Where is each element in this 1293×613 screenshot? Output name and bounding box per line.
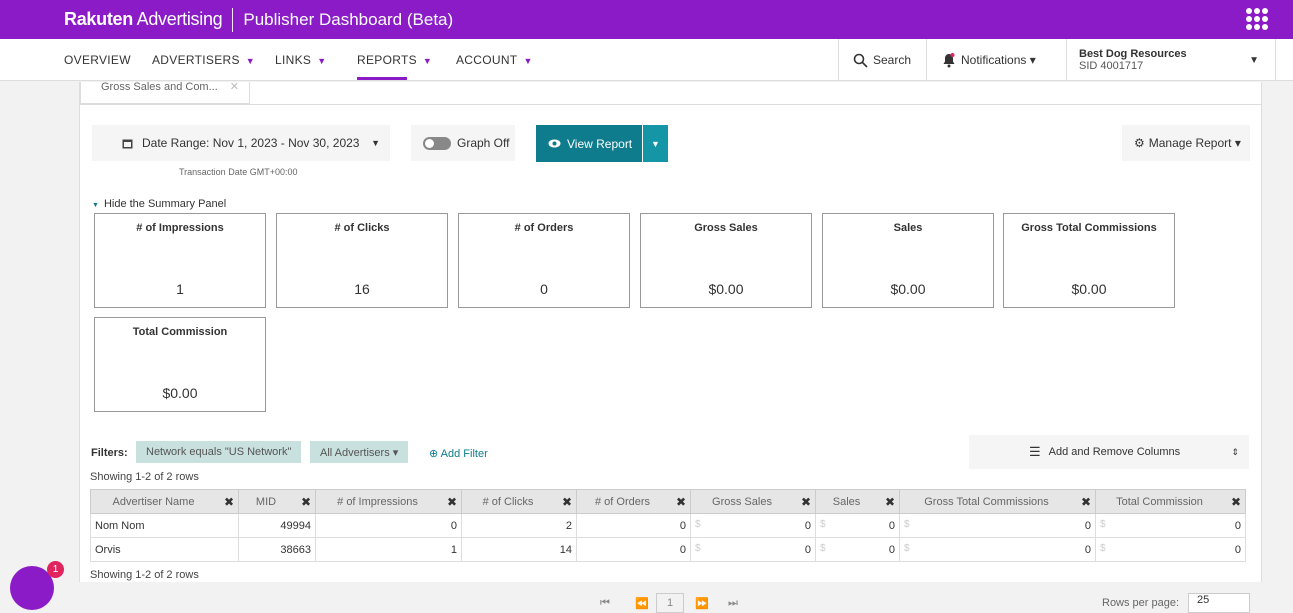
column-header[interactable]: # of Impressions ✖ <box>315 489 462 514</box>
summary-card-sales: Sales $0.00 <box>822 213 994 308</box>
column-header[interactable]: Gross Sales ✖ <box>690 489 816 514</box>
caret-down-icon: ▼ <box>92 202 99 209</box>
brand-logo[interactable]: Rakuten Advertising <box>64 9 223 30</box>
nav-links[interactable]: LINKS ▼ <box>275 53 326 67</box>
search-button[interactable]: Search <box>838 39 926 81</box>
account-name: Best Dog Resources <box>1079 48 1187 60</box>
next-page-icon[interactable]: ⏩ <box>695 597 709 610</box>
network-filter-chip[interactable]: Network equals "US Network" <box>136 441 302 463</box>
remove-column-icon[interactable]: ✖ <box>447 495 457 509</box>
summary-card-total-commission: Total Commission $0.00 <box>94 317 266 412</box>
account-sid: SID 4001717 <box>1079 60 1144 72</box>
table-header-row: Advertiser Name ✖ MID ✖ # of Impressions ✖ … <box>90 489 1246 514</box>
report-table: Advertiser Name ✖ MID ✖ # of Impressions ✖ … <box>90 489 1246 562</box>
remove-column-icon[interactable]: ✖ <box>562 495 572 509</box>
report-panel: Date Range: Nov 1, 2023 - Nov 30, 2023 ▼… <box>80 104 1261 613</box>
nav-account[interactable]: ACCOUNT ▼ <box>456 53 533 67</box>
remove-column-icon[interactable]: ✖ <box>801 495 811 509</box>
remove-column-icon[interactable]: ✖ <box>301 495 311 509</box>
calendar-icon <box>122 139 133 148</box>
timezone-note: Transaction Date GMT+00:00 <box>179 167 298 177</box>
current-page[interactable]: 1 <box>656 593 684 613</box>
filters-label: Filters: <box>91 447 128 459</box>
prev-page-icon[interactable]: ⏪ <box>635 597 649 610</box>
gear-icon: ⚙ <box>1134 136 1145 150</box>
nav-overview[interactable]: OVERVIEW <box>64 53 131 67</box>
first-page-icon[interactable]: ⏮ <box>600 597 610 610</box>
date-range-picker[interactable]: Date Range: Nov 1, 2023 - Nov 30, 2023 ▼ <box>92 125 390 161</box>
column-header[interactable]: Sales ✖ <box>815 489 900 514</box>
graph-toggle[interactable]: Graph Off <box>411 125 515 161</box>
summary-card-gross-total-commissions: Gross Total Commissions $0.00 <box>1003 213 1175 308</box>
column-header[interactable]: Advertiser Name ✖ <box>90 489 239 514</box>
table-row[interactable]: Nom Nom 49994 0 2 0 $0 $0 $0 $0 <box>90 513 1246 538</box>
nav-reports[interactable]: REPORTS ▼ <box>357 53 432 67</box>
report-tab[interactable]: Gross Sales and Com... ✕ <box>80 82 250 104</box>
add-remove-columns-button[interactable]: ☰ Add and Remove Columns ⇕ <box>969 435 1249 469</box>
list-icon: ☰ <box>1029 444 1041 459</box>
column-header[interactable]: Total Commission ✖ <box>1095 489 1246 514</box>
advertiser-filter-dropdown[interactable]: All Advertisers ▾ <box>310 441 409 463</box>
chevron-down-icon: ▼ <box>651 138 660 149</box>
account-switcher[interactable]: Best Dog Resources SID 4001717 ▼ <box>1066 39 1276 81</box>
remove-column-icon[interactable]: ✖ <box>1081 495 1091 509</box>
app-title: Publisher Dashboard (Beta) <box>243 9 454 29</box>
row-count-bottom: Showing 1-2 of 2 rows <box>90 569 199 581</box>
manage-report-button[interactable]: ⚙ Manage Report ▾ <box>1122 125 1250 161</box>
eye-icon <box>548 139 561 148</box>
column-header[interactable]: # of Orders ✖ <box>576 489 691 514</box>
view-report-options-button[interactable]: ▼ <box>643 125 668 162</box>
last-page-icon[interactable]: ⏭ <box>728 597 738 610</box>
search-icon <box>853 53 868 68</box>
report-container: Gross Sales and Com... ✕ Date Range: Nov… <box>79 82 1262 613</box>
add-filter-link[interactable]: ⊕ Add Filter <box>429 447 488 460</box>
chevron-down-icon: ▼ <box>1249 54 1259 66</box>
top-bar: Rakuten Advertising Publisher Dashboard … <box>0 0 1293 39</box>
apps-grid-icon[interactable] <box>1246 8 1268 30</box>
view-report-button[interactable]: View Report <box>536 125 642 162</box>
close-icon[interactable]: ✕ <box>230 82 239 93</box>
nav-advertisers[interactable]: ADVERTISERS ▼ <box>152 53 255 67</box>
summary-card-gross-sales: Gross Sales $0.00 <box>640 213 812 308</box>
chevron-down-icon: ▼ <box>371 138 380 148</box>
table-row[interactable]: Orvis 38663 1 14 0 $0 $0 $0 $0 <box>90 537 1246 562</box>
column-header[interactable]: MID ✖ <box>238 489 316 514</box>
toggle-switch-icon <box>423 136 451 150</box>
remove-column-icon[interactable]: ✖ <box>676 495 686 509</box>
column-header[interactable]: # of Clicks ✖ <box>461 489 577 514</box>
main-nav: OVERVIEW ADVERTISERS ▼ LINKS ▼ REPORTS ▼ AC… <box>0 39 1293 81</box>
summary-card-orders: # of Orders 0 <box>458 213 630 308</box>
summary-card-impressions: # of Impressions 1 <box>94 213 266 308</box>
chat-badge: 1 <box>47 561 64 578</box>
remove-column-icon[interactable]: ✖ <box>1231 495 1241 509</box>
summary-panel-toggle[interactable]: ▼ Hide the Summary Panel <box>92 198 226 210</box>
bell-icon <box>943 53 955 68</box>
notifications-button[interactable]: Notifications ▾ <box>926 39 1066 81</box>
nav-active-indicator <box>357 77 407 80</box>
sort-icon: ⇕ <box>1231 446 1239 457</box>
row-count-top: Showing 1-2 of 2 rows <box>90 471 199 483</box>
remove-column-icon[interactable]: ✖ <box>885 495 895 509</box>
summary-card-clicks: # of Clicks 16 <box>276 213 448 308</box>
brand-divider <box>232 7 234 32</box>
rows-per-page-label: Rows per page: <box>1102 597 1180 609</box>
rows-per-page-select[interactable]: 25 <box>1188 593 1250 613</box>
remove-column-icon[interactable]: ✖ <box>224 495 234 509</box>
plus-circle-icon: ⊕ <box>429 448 439 460</box>
column-header[interactable]: Gross Total Commissions ✖ <box>899 489 1096 514</box>
